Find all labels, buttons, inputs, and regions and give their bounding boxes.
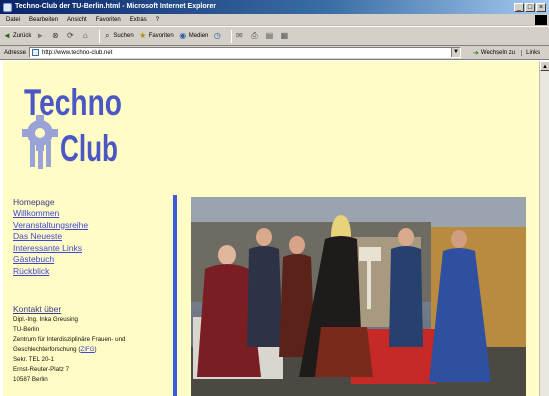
favorites-label: Favoriten [148, 33, 174, 39]
home-button[interactable]: ⌂ [81, 32, 91, 40]
nav-link-das-neueste[interactable]: Das Neueste [13, 231, 88, 243]
mail-icon: ✉ [236, 31, 243, 40]
logo-text-techno: Techno [24, 82, 122, 123]
edit-icon: ▤ [265, 31, 274, 40]
stop-icon: ⊗ [51, 31, 59, 40]
menu-help[interactable]: ? [156, 14, 159, 25]
mail-button[interactable]: ✉ [235, 32, 245, 40]
techno-club-logo: Techno Club [22, 82, 122, 169]
media-label: Medien [188, 33, 209, 39]
media-button[interactable]: ◉ Medien [179, 26, 209, 46]
gear-icon [22, 115, 58, 169]
stop-button[interactable]: ⊗ [51, 32, 61, 40]
menu-favoriten[interactable]: Favoriten [96, 14, 121, 25]
zifg-link[interactable]: ZIFG [80, 346, 94, 353]
contact-institute-2: Geschlechterforschung (ZIFG) [13, 346, 97, 353]
search-button[interactable]: ⌕ Suchen [103, 26, 134, 46]
search-icon: ⌕ [105, 31, 110, 40]
media-icon: ◉ [179, 31, 187, 40]
close-button[interactable]: × [536, 2, 546, 12]
contact-block: Kontakt über Dipl.-Ing. Inka Greusing TU… [13, 304, 125, 385]
group-photo [191, 197, 526, 396]
address-input[interactable]: http://www.techno-club.net ▼ [29, 47, 462, 58]
address-dropdown-button[interactable]: ▼ [451, 48, 461, 57]
vertical-scrollbar[interactable]: ▲ [539, 61, 549, 396]
go-arrow-icon: ➜ [473, 49, 479, 57]
window-controls: _ □ × [514, 2, 546, 12]
nav-link-veranstaltungsreihe[interactable]: Veranstaltungsreihe [13, 220, 88, 232]
menu-datei[interactable]: Datei [6, 14, 20, 25]
menu-bearbeiten[interactable]: Bearbeiten [29, 14, 58, 25]
go-label: Wechseln zu [480, 49, 516, 56]
favorites-button[interactable]: ★ Favoriten [139, 26, 174, 46]
nav-link-gaestebuch[interactable]: Gästebuch [13, 254, 88, 266]
nav-homepage: Homepage [13, 197, 55, 207]
address-url: http://www.techno-club.net [42, 49, 113, 56]
nav-link-rueckblick[interactable]: Rückblick [13, 266, 88, 278]
links-toolbar-button[interactable]: Links [521, 49, 540, 56]
discuss-button[interactable]: ▦ [280, 32, 290, 40]
history-button[interactable]: ◷ [213, 32, 223, 40]
forward-arrow-icon: ► [36, 31, 45, 40]
maximize-button[interactable]: □ [525, 2, 535, 12]
contact-heading: Kontakt über [13, 304, 62, 314]
page-icon [32, 49, 40, 56]
page-viewport: Techno Club Homepage Willkommen Veransta… [3, 61, 539, 396]
standard-toolbar: ◄ Zurück ► ⊗ ⟳ ⌂ ⌕ Suchen ★ Favoriten ◉ … [0, 26, 549, 46]
contact-street: Ernst-Reuter-Platz 7 [13, 366, 70, 373]
menu-extras[interactable]: Extras [130, 14, 147, 25]
minimize-button[interactable]: _ [514, 2, 524, 12]
logo-text-club: Club [60, 128, 118, 169]
vertical-divider-bar [173, 195, 177, 396]
nav-link-interessante-links[interactable]: Interessante Links [13, 243, 88, 255]
home-icon: ⌂ [82, 31, 88, 40]
menu-ansicht[interactable]: Ansicht [67, 14, 87, 25]
nav-link-willkommen[interactable]: Willkommen [13, 208, 88, 220]
toolbar-separator [99, 29, 101, 43]
title-bar: Techno-Club der TU-Berlin.html - Microso… [0, 0, 549, 14]
contact-name: Dipl.-Ing. Inka Greusing [13, 316, 78, 323]
menu-bar: Datei Bearbeiten Ansicht Favoriten Extra… [0, 14, 549, 26]
refresh-button[interactable]: ⟳ [66, 32, 76, 40]
edit-button[interactable]: ▤ [265, 32, 275, 40]
go-button[interactable]: ➜ Wechseln zu [473, 49, 515, 57]
window-title: Techno-Club der TU-Berlin.html - Microso… [15, 3, 216, 10]
contact-office: Sekr. TEL 20-1 [13, 356, 54, 363]
forward-button[interactable]: ► [36, 32, 46, 40]
windows-logo-icon [535, 15, 547, 25]
contact-institute: Zentrum für Interdisziplinäre Frauen- un… [13, 336, 126, 343]
contact-city: 10587 Berlin [13, 376, 48, 383]
print-icon: ⎙ [251, 31, 258, 40]
contact-university: TU-Berlin [13, 326, 40, 333]
favorites-icon: ★ [139, 31, 147, 40]
site-navigation: Homepage Willkommen Veranstaltungsreihe … [13, 197, 88, 278]
ie-page-icon [3, 2, 12, 12]
refresh-icon: ⟳ [66, 31, 74, 40]
back-arrow-icon: ◄ [3, 31, 11, 40]
back-button[interactable]: ◄ Zurück [3, 26, 31, 46]
print-button[interactable]: ⎙ [250, 32, 260, 40]
history-icon: ◷ [213, 31, 221, 40]
scroll-up-button[interactable]: ▲ [540, 61, 549, 71]
address-bar: Adresse http://www.techno-club.net ▼ ➜ W… [0, 46, 549, 60]
search-label: Suchen [113, 33, 134, 39]
back-label: Zurück [13, 33, 32, 39]
discuss-icon: ▦ [280, 31, 289, 40]
address-label: Adresse [4, 49, 27, 56]
toolbar-separator [231, 29, 233, 43]
contact-institute-2-text: Geschlechterforschung [13, 346, 79, 353]
